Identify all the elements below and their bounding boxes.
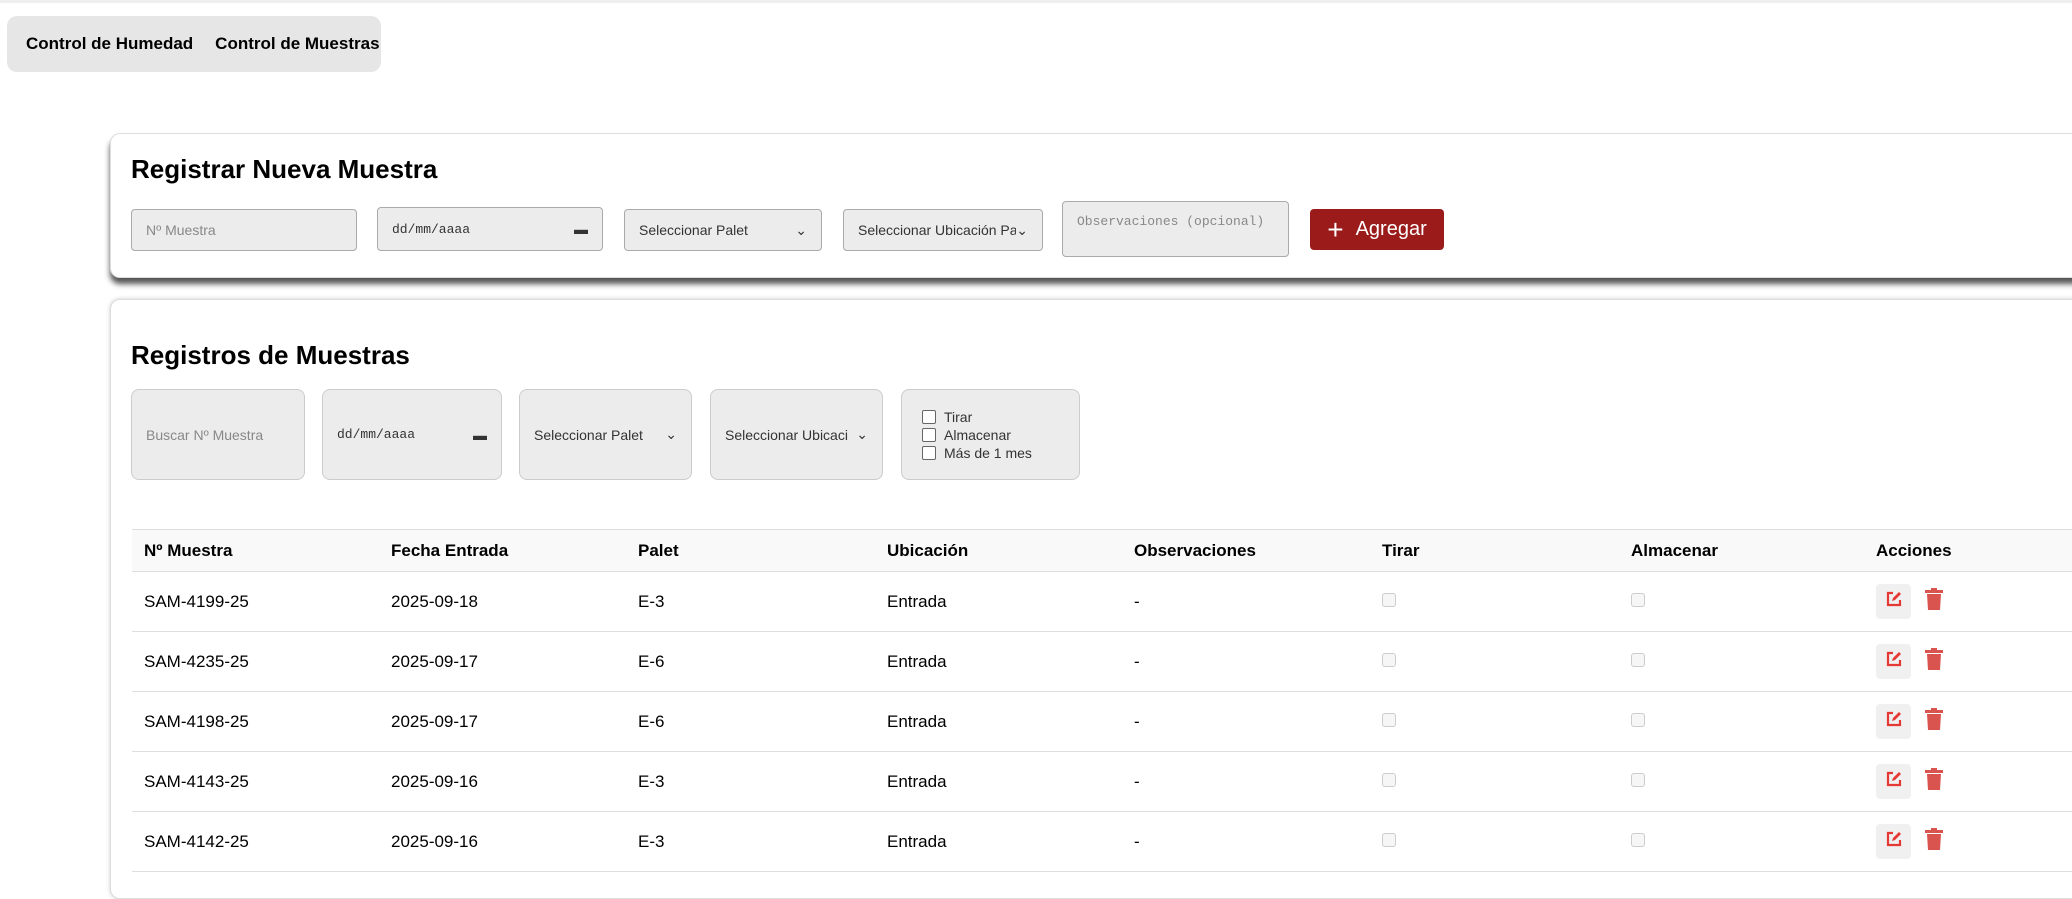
column-header: Palet [626, 529, 875, 572]
entry-date: 2025-09-16 [379, 811, 626, 872]
tirar-checkbox[interactable] [1382, 652, 1396, 667]
table-row: SAM-4199-25 2025-09-18 E-3 Entrada - [132, 571, 2072, 632]
column-header: Observaciones [1122, 529, 1370, 572]
sample-id: SAM-4198-25 [132, 691, 379, 752]
table-row: SAM-4198-25 2025-09-17 E-6 Entrada - [132, 691, 2072, 752]
palet: E-3 [626, 811, 875, 872]
almacenar-checkbox[interactable] [1631, 832, 1645, 847]
top-nav: Control de Humedad Control de Muestras [7, 16, 381, 72]
checkbox[interactable] [922, 428, 936, 442]
filter-mas-de-1-mes[interactable]: Más de 1 mes [922, 444, 1059, 462]
tirar-checkbox[interactable] [1382, 832, 1396, 847]
column-header: Fecha Entrada [379, 529, 626, 572]
table-row: SAM-4143-25 2025-09-16 E-3 Entrada - [132, 751, 2072, 812]
observations: - [1122, 811, 1370, 872]
palet: E-3 [626, 751, 875, 812]
almacenar-checkbox[interactable] [1631, 712, 1645, 727]
observations: - [1122, 631, 1370, 692]
column-header: Acciones [1864, 529, 2072, 572]
sample-number-input[interactable]: Nº Muestra [131, 209, 357, 251]
column-header: Tirar [1370, 529, 1619, 572]
calendar-icon[interactable]: ▬ [473, 427, 487, 443]
entry-date: 2025-09-16 [379, 751, 626, 812]
chevron-down-icon: ⌄ [665, 426, 677, 442]
chevron-down-icon: ⌄ [795, 221, 807, 238]
location-select[interactable]: Seleccionar Ubicación Pal ⌄ [843, 209, 1043, 251]
sample-id: SAM-4199-25 [132, 571, 379, 632]
trash-icon [1925, 768, 1943, 794]
palet: E-6 [626, 691, 875, 752]
almacenar-checkbox[interactable] [1631, 592, 1645, 607]
almacenar-checkbox[interactable] [1631, 652, 1645, 667]
trash-icon [1925, 588, 1943, 614]
filter-checkboxes: Tirar Almacenar Más de 1 mes [901, 389, 1080, 480]
trash-icon [1925, 648, 1943, 674]
edit-button[interactable] [1876, 824, 1911, 859]
edit-icon [1885, 710, 1903, 733]
entry-date: 2025-09-17 [379, 691, 626, 752]
palet: E-6 [626, 631, 875, 692]
edit-button[interactable] [1876, 764, 1911, 799]
location: Entrada [875, 751, 1122, 812]
samples-table: Nº Muestra Fecha Entrada Palet Ubicación Obs… [132, 529, 2072, 872]
observations-textarea[interactable]: Observaciones (opcional) [1062, 201, 1289, 257]
column-header: Ubicación [875, 529, 1122, 572]
sample-id: SAM-4143-25 [132, 751, 379, 812]
tirar-checkbox[interactable] [1382, 712, 1396, 727]
delete-button[interactable] [1925, 768, 1943, 795]
filter-location-select[interactable]: Seleccionar Ubicaci ⌄ [710, 389, 883, 480]
observations: - [1122, 571, 1370, 632]
table-row: SAM-4142-25 2025-09-16 E-3 Entrada - [132, 811, 2072, 872]
tirar-checkbox[interactable] [1382, 592, 1396, 607]
sample-id: SAM-4142-25 [132, 811, 379, 872]
location: Entrada [875, 571, 1122, 632]
edit-icon [1885, 590, 1903, 613]
edit-button[interactable] [1876, 704, 1911, 739]
date-input[interactable]: dd/mm/aaaa ▬ [377, 207, 603, 251]
filter-date-input[interactable]: dd/mm/aaaa ▬ [322, 389, 502, 480]
edit-icon [1885, 650, 1903, 673]
delete-button[interactable] [1925, 648, 1943, 675]
palet-select[interactable]: Seleccionar Palet ⌄ [624, 209, 822, 251]
nav-control-muestras[interactable]: Control de Muestras [215, 34, 379, 54]
column-header: Nº Muestra [132, 529, 379, 572]
palet: E-3 [626, 571, 875, 632]
calendar-icon[interactable]: ▬ [574, 221, 588, 237]
location: Entrada [875, 811, 1122, 872]
chevron-down-icon: ⌄ [856, 426, 868, 442]
delete-button[interactable] [1925, 588, 1943, 615]
tirar-checkbox[interactable] [1382, 772, 1396, 787]
location: Entrada [875, 631, 1122, 692]
add-button[interactable]: + Agregar [1310, 209, 1444, 250]
filter-palet-select[interactable]: Seleccionar Palet ⌄ [519, 389, 692, 480]
sample-id: SAM-4235-25 [132, 631, 379, 692]
edit-icon [1885, 830, 1903, 853]
entry-date: 2025-09-17 [379, 631, 626, 692]
delete-button[interactable] [1925, 828, 1943, 855]
trash-icon [1925, 708, 1943, 734]
checkbox[interactable] [922, 410, 936, 424]
almacenar-checkbox[interactable] [1631, 772, 1645, 787]
search-sample-input[interactable]: Buscar Nº Muestra [131, 389, 305, 480]
edit-button[interactable] [1876, 584, 1911, 619]
records-title: Registros de Muestras [131, 340, 410, 370]
entry-date: 2025-09-18 [379, 571, 626, 632]
location: Entrada [875, 691, 1122, 752]
observations: - [1122, 691, 1370, 752]
filter-almacenar[interactable]: Almacenar [922, 426, 1059, 444]
plus-icon: + [1327, 213, 1344, 245]
table-row: SAM-4235-25 2025-09-17 E-6 Entrada - [132, 631, 2072, 692]
trash-icon [1925, 828, 1943, 854]
observations: - [1122, 751, 1370, 812]
chevron-down-icon: ⌄ [1016, 221, 1028, 238]
checkbox[interactable] [922, 446, 936, 460]
delete-button[interactable] [1925, 708, 1943, 735]
filter-tirar[interactable]: Tirar [922, 408, 1059, 426]
nav-control-humedad[interactable]: Control de Humedad [26, 34, 193, 54]
edit-button[interactable] [1876, 644, 1911, 679]
edit-icon [1885, 770, 1903, 793]
column-header: Almacenar [1619, 529, 1864, 572]
register-title: Registrar Nueva Muestra [131, 154, 438, 184]
